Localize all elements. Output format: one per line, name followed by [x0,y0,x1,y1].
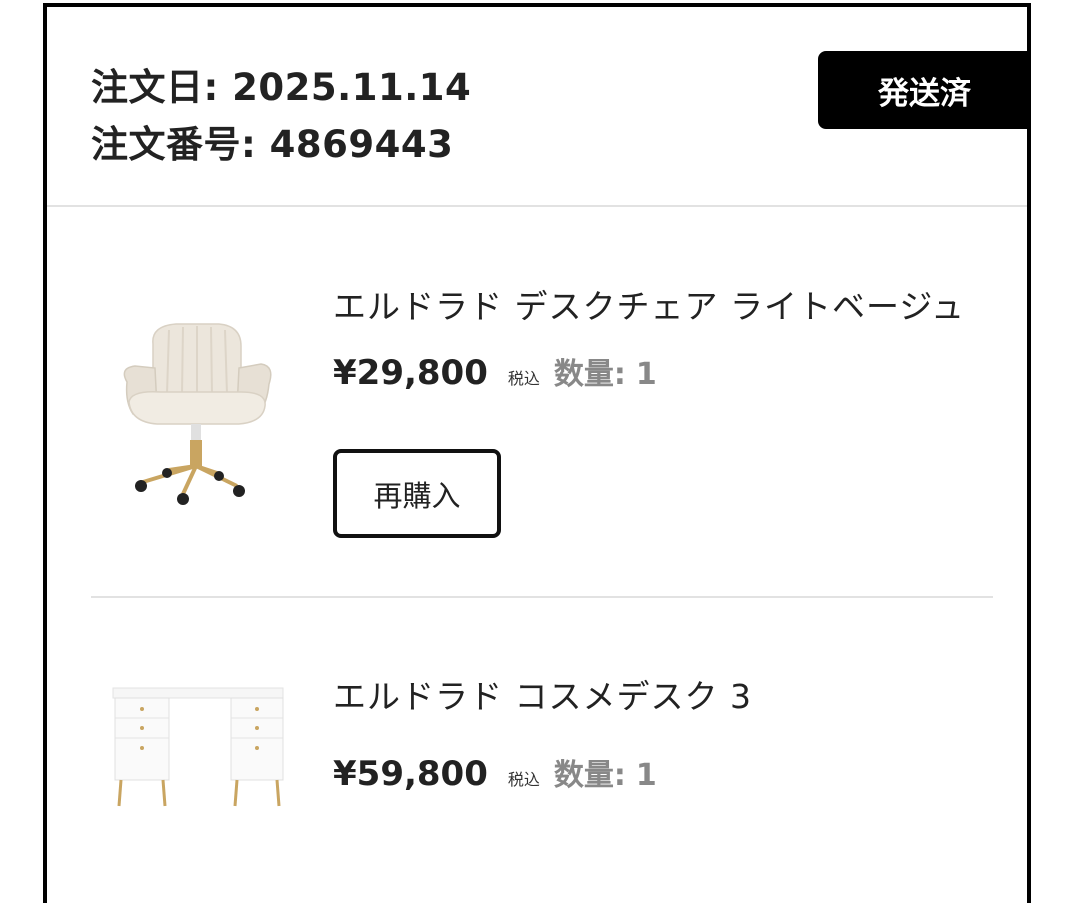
product-price: ¥29,800 [333,353,488,393]
desk-chair-image[interactable] [91,310,306,520]
price-row: ¥59,800 税込 数量: 1 [333,750,657,794]
order-number: 注文番号: 4869443 [91,123,454,166]
cosmetic-desk-illustration [112,687,284,807]
status-badge: 発送済 [818,51,1031,129]
cosmetic-desk-image[interactable] [91,668,306,818]
order-item: エルドラド デスクチェア ライトベージュ ¥29,800 税込 数量: 1 再購… [47,207,1027,598]
product-price: ¥59,800 [333,754,488,794]
order-meta: 注文日: 2025.11.14 注文番号: 4869443 [91,59,471,173]
quantity-label: 数量: [553,758,626,793]
tax-label: 税込 [507,369,540,388]
order-item: エルドラド コスメデスク 3 ¥59,800 税込 数量: 1 [47,598,1027,918]
quantity-value: 1 [635,357,657,392]
order-card: 注文日: 2025.11.14 注文番号: 4869443 発送済 エルドラド … [43,3,1031,903]
order-date: 注文日: 2025.11.14 [91,66,472,109]
rebuy-button[interactable]: 再購入 [333,449,501,538]
tax-label: 税込 [507,770,540,789]
product-name[interactable]: エルドラド デスクチェア ライトベージュ [333,280,965,328]
quantity-label: 数量: [553,357,626,392]
desk-chair-illustration [123,323,272,505]
product-name[interactable]: エルドラド コスメデスク 3 [333,670,752,718]
price-row: ¥29,800 税込 数量: 1 [333,349,657,393]
quantity-value: 1 [635,758,657,793]
